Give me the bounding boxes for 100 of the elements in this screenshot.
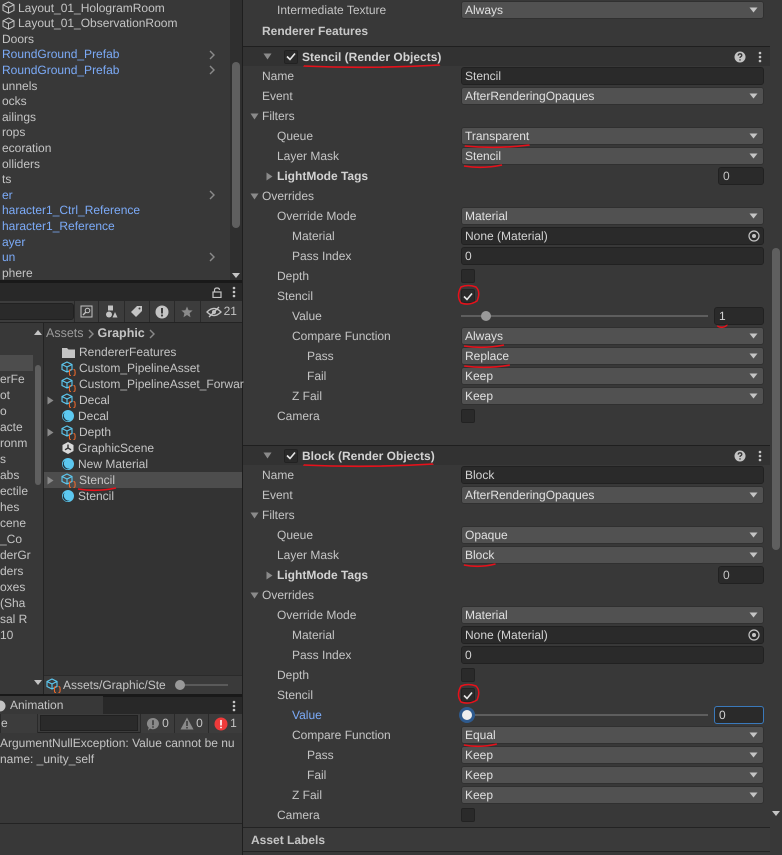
dropdown[interactable]: Always bbox=[461, 327, 764, 346]
target-icon[interactable] bbox=[748, 230, 760, 242]
text-field[interactable]: 0 bbox=[461, 247, 764, 266]
search-type-button[interactable] bbox=[74, 301, 98, 322]
dropdown[interactable]: Material bbox=[461, 606, 764, 624]
asset-item[interactable]: Custom_PipelineAsset bbox=[44, 360, 242, 376]
help-icon[interactable] bbox=[734, 450, 746, 462]
hierarchy-item[interactable]: ailings bbox=[2, 110, 216, 124]
asset-item[interactable]: RendererFeatures bbox=[44, 344, 242, 360]
log-count-toggle[interactable]: 0 bbox=[140, 714, 174, 733]
number-field[interactable]: 1 bbox=[714, 307, 764, 326]
log-count-toggle[interactable]: 1 bbox=[208, 714, 242, 733]
kebab-menu-icon[interactable] bbox=[758, 50, 762, 63]
search-field[interactable] bbox=[0, 303, 74, 320]
breadcrumb-link[interactable]: Assets bbox=[46, 326, 84, 341]
scrollbar-thumb[interactable] bbox=[35, 365, 41, 485]
foldout-label[interactable]: Filters bbox=[262, 109, 295, 124]
count-field[interactable]: 0 bbox=[718, 566, 764, 584]
dropdown[interactable]: Keep bbox=[461, 367, 764, 386]
foldout-triangle-icon[interactable] bbox=[263, 451, 272, 460]
dropdown[interactable]: Keep bbox=[461, 387, 764, 406]
hierarchy-item[interactable]: haracter1_Reference bbox=[2, 218, 216, 234]
dropdown[interactable]: Equal bbox=[461, 726, 764, 744]
slider-thumb[interactable] bbox=[462, 710, 472, 720]
log-message[interactable]: name: _unity_self bbox=[0, 751, 242, 767]
clear-button[interactable]: e bbox=[0, 714, 38, 733]
checkbox[interactable] bbox=[461, 688, 475, 702]
dropdown[interactable]: Transparent bbox=[461, 127, 764, 146]
checkbox[interactable] bbox=[284, 448, 298, 463]
count-field[interactable]: 0 bbox=[718, 167, 764, 186]
expand-triangle-icon[interactable] bbox=[46, 396, 55, 404]
foldout-label[interactable]: LightMode Tags bbox=[277, 568, 368, 583]
foldout-triangle-icon[interactable] bbox=[250, 590, 259, 600]
hierarchy-item[interactable]: Layout_01_ObservationRoom bbox=[18, 16, 216, 31]
hierarchy-item[interactable]: unnels bbox=[2, 78, 216, 93]
hierarchy-item[interactable]: ecoration bbox=[2, 140, 216, 156]
hierarchy-item[interactable]: un bbox=[2, 250, 208, 264]
dropdown[interactable]: Keep bbox=[461, 786, 764, 804]
checkbox[interactable] bbox=[461, 289, 475, 304]
text-field[interactable]: Stencil bbox=[461, 67, 764, 86]
hierarchy-item[interactable]: Layout_01_HologramRoom bbox=[18, 0, 216, 15]
hierarchy-item[interactable]: rops bbox=[2, 125, 216, 140]
log-filter-button[interactable] bbox=[149, 301, 174, 322]
scrollbar-thumb[interactable] bbox=[232, 62, 240, 228]
checkbox[interactable] bbox=[461, 269, 475, 284]
asset-item[interactable]: Custom_PipelineAsset_Forwar bbox=[44, 376, 242, 392]
checkbox[interactable] bbox=[461, 668, 475, 682]
kebab-menu-icon[interactable] bbox=[758, 450, 762, 462]
foldout-triangle-icon[interactable] bbox=[265, 172, 274, 181]
asset-item[interactable]: Decal bbox=[44, 392, 242, 408]
expand-triangle-icon[interactable] bbox=[46, 428, 55, 436]
dropdown[interactable]: AfterRenderingOpaques bbox=[461, 486, 764, 504]
foldout-triangle-icon[interactable] bbox=[250, 112, 259, 121]
target-icon[interactable] bbox=[748, 629, 760, 642]
dropdown[interactable]: Material bbox=[461, 207, 764, 226]
hierarchy-item[interactable]: ayer bbox=[2, 234, 216, 249]
foldout-triangle-icon[interactable] bbox=[250, 510, 259, 520]
log-count-toggle[interactable]: 0 bbox=[174, 714, 208, 733]
dropdown[interactable]: Replace bbox=[461, 347, 764, 366]
asset-item[interactable]: Depth bbox=[44, 424, 242, 440]
log-message[interactable]: ArgumentNullException: Value cannot be nu bbox=[0, 735, 242, 751]
scroll-down-arrow-icon[interactable] bbox=[34, 680, 42, 685]
kebab-menu-icon[interactable] bbox=[232, 700, 236, 712]
foldout-triangle-icon[interactable] bbox=[265, 570, 274, 580]
breadcrumb-link[interactable]: Graphic bbox=[98, 326, 145, 341]
scroll-down-arrow-icon[interactable] bbox=[772, 811, 780, 816]
object-field[interactable]: None (Material) bbox=[461, 626, 764, 644]
asset-item[interactable]: New Material bbox=[44, 456, 242, 472]
hierarchy-item[interactable]: RoundGround_Prefab bbox=[2, 62, 208, 78]
kebab-menu-icon[interactable] bbox=[232, 286, 236, 298]
scrollbar-thumb[interactable] bbox=[772, 248, 780, 550]
lock-icon[interactable] bbox=[212, 286, 222, 298]
dropdown[interactable]: Opaque bbox=[461, 526, 764, 544]
slider-thumb[interactable] bbox=[480, 311, 491, 322]
hierarchy-item[interactable]: olliders bbox=[2, 156, 216, 171]
foldout-label[interactable]: LightMode Tags bbox=[277, 169, 368, 184]
asset-item[interactable]: GraphicScene bbox=[44, 440, 242, 456]
dropdown[interactable]: Always bbox=[461, 1, 764, 19]
hierarchy-item[interactable]: Doors bbox=[2, 32, 216, 46]
dropdown[interactable]: AfterRenderingOpaques bbox=[461, 87, 764, 106]
dropdown[interactable]: Keep bbox=[461, 746, 764, 764]
asset-item[interactable]: Stencil bbox=[44, 488, 242, 504]
dropdown[interactable]: Stencil bbox=[461, 147, 764, 166]
foldout-triangle-icon[interactable] bbox=[263, 52, 272, 62]
expand-triangle-icon[interactable] bbox=[46, 476, 55, 484]
dropdown[interactable]: Block bbox=[461, 546, 764, 564]
asset-item[interactable]: Decal bbox=[44, 408, 242, 424]
foldout-label[interactable]: Overrides bbox=[262, 588, 314, 603]
text-field[interactable]: 0 bbox=[461, 646, 764, 664]
slider-thumb[interactable] bbox=[175, 680, 186, 690]
hierarchy-item[interactable]: ts bbox=[2, 172, 216, 187]
help-icon[interactable] bbox=[734, 50, 746, 63]
text-field[interactable]: Block bbox=[461, 466, 764, 484]
foldout-triangle-icon[interactable] bbox=[250, 192, 259, 201]
checkbox[interactable] bbox=[284, 50, 298, 64]
object-field[interactable]: None (Material) bbox=[461, 227, 764, 246]
number-field[interactable]: 0 bbox=[714, 706, 764, 724]
foldout-label[interactable]: Filters bbox=[262, 508, 295, 523]
hierarchy-item[interactable]: phere bbox=[2, 266, 216, 280]
dropdown[interactable]: Keep bbox=[461, 766, 764, 784]
